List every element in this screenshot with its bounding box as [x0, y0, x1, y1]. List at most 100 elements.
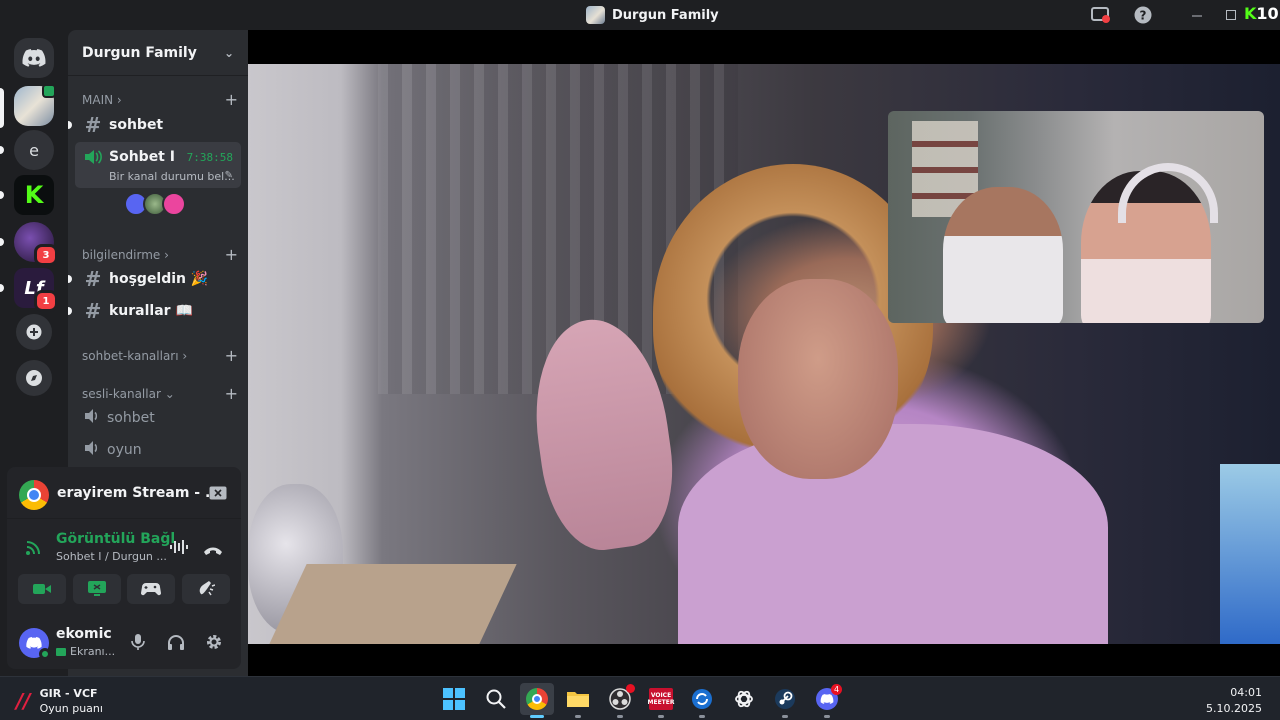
system-clock[interactable]: 04:01 5.10.2025	[1206, 685, 1262, 717]
help-icon[interactable]: ?	[1132, 5, 1154, 25]
widget-title: GIR - VCF	[39, 687, 98, 700]
voice-connected-speaker-icon	[83, 148, 103, 170]
channel-label: sohbet	[107, 410, 155, 426]
guild-header[interactable]: Durgun Family ⌄	[68, 30, 248, 76]
kick-app-count: 10	[1256, 4, 1279, 23]
add-server-button[interactable]	[16, 314, 52, 350]
channel-status: Bir kanal durumu bel...	[109, 170, 235, 183]
add-channel-icon[interactable]: +	[225, 90, 238, 109]
connection-channel[interactable]: Sohbet I / Durgun ...	[56, 550, 167, 563]
add-channel-icon[interactable]: +	[225, 384, 238, 403]
minimize-button[interactable]	[1186, 5, 1208, 25]
start-button[interactable]	[437, 683, 471, 715]
category-info-label: bilgilendirme	[82, 247, 161, 262]
voicemeeter-icon[interactable]: VOICE MEETER	[644, 683, 678, 718]
chevron-down-icon: ⌄	[223, 45, 234, 60]
soundboard-button[interactable]	[182, 574, 230, 604]
server-e-letter: e	[29, 140, 39, 160]
avatar[interactable]	[162, 192, 186, 216]
server-kick-icon[interactable]: K	[14, 175, 54, 215]
kick-app-icon[interactable]: K10	[1244, 4, 1279, 23]
unread-indicator	[0, 146, 4, 154]
video-streamer-shirt	[678, 424, 1108, 644]
category-chat-label: sohbet-kanalları	[82, 348, 179, 363]
taskbar-widget[interactable]: // GIR - VCF Oyun puanı	[16, 686, 103, 716]
username[interactable]: ekomic	[56, 626, 112, 642]
category-sohbet-kanallari[interactable]: sohbet-kanalları › +	[82, 346, 238, 365]
clock-time: 04:01	[1230, 686, 1262, 699]
edit-pencil-icon[interactable]: ✎	[225, 170, 233, 181]
voice-channel-sohbet-i[interactable]: Sohbet I 7:38:58 Bir kanal durumu bel...…	[75, 142, 241, 188]
voice-participants	[124, 192, 186, 216]
voice-channel-sohbet[interactable]: sohbet	[76, 403, 240, 433]
connection-signal-icon[interactable]	[24, 539, 42, 561]
chevron-right-icon: ›	[164, 247, 169, 262]
running-indicator	[575, 715, 581, 718]
unread-indicator	[68, 275, 72, 283]
text-channel-icon: #	[84, 267, 102, 291]
text-channel-icon: #	[84, 113, 102, 137]
settings-gear-icon[interactable]	[203, 631, 225, 653]
window-title-text: Durgun Family	[612, 7, 719, 23]
close-stream-icon[interactable]	[209, 485, 227, 504]
disconnect-icon[interactable]	[203, 541, 223, 560]
inbox-icon[interactable]	[1090, 5, 1112, 25]
user-panel: ekomic Ekranı...	[7, 617, 241, 669]
stream-stage[interactable]	[248, 30, 1280, 676]
window-title: Durgun Family	[586, 6, 719, 24]
stream-title: erayirem Stream - ...	[57, 485, 221, 501]
server-lf[interactable]: Lf 1	[14, 268, 58, 312]
voice-channel-oyun[interactable]: oyun	[76, 435, 240, 465]
chatgpt-icon[interactable]	[727, 683, 761, 715]
chrome-taskbar-icon[interactable]	[520, 683, 554, 718]
activities-button[interactable]	[127, 574, 175, 604]
title-bar: Durgun Family ? K10	[0, 0, 1280, 30]
avatar[interactable]	[19, 628, 51, 660]
discover-button[interactable]	[16, 360, 52, 396]
clock-date: 5.10.2025	[1206, 702, 1262, 715]
voice-status-panel: erayirem Stream - ... Görüntülü Bağl Soh…	[7, 467, 241, 669]
add-channel-icon[interactable]: +	[225, 245, 238, 264]
online-status-icon	[39, 648, 51, 660]
channel-hosgeldin[interactable]: # hoşgeldin 🎉	[68, 264, 240, 294]
search-icon[interactable]	[479, 683, 513, 715]
steam-icon[interactable]	[768, 683, 802, 718]
server-e[interactable]: e	[14, 130, 54, 170]
obs-icon[interactable]	[603, 683, 637, 718]
server-purple[interactable]: 3	[14, 222, 58, 266]
category-bilgilendirme[interactable]: bilgilendirme › +	[82, 245, 238, 264]
stream-row[interactable]: erayirem Stream - ...	[7, 467, 241, 519]
voice-channel-name: Sohbet I	[109, 149, 175, 165]
add-channel-icon[interactable]: +	[225, 346, 238, 365]
channel-kurallar[interactable]: # kurallar 📖	[68, 296, 240, 326]
discord-home-icon[interactable]	[14, 38, 54, 78]
running-indicator	[699, 715, 705, 718]
recording-dot-icon	[626, 684, 635, 693]
chrome-icon	[19, 480, 49, 510]
camera-button[interactable]	[18, 574, 66, 604]
category-sesli-kanallar[interactable]: sesli-kanallar ⌄ +	[82, 384, 238, 403]
file-explorer-icon[interactable]	[561, 683, 595, 718]
noise-suppression-icon[interactable]	[169, 539, 189, 559]
text-channel-icon: #	[84, 299, 102, 323]
microphone-icon[interactable]	[127, 631, 149, 653]
kick-icon: K	[24, 181, 44, 209]
stream-video[interactable]	[248, 64, 1280, 644]
category-main[interactable]: MAIN › +	[82, 90, 238, 109]
discord-taskbar-icon[interactable]: 4	[810, 683, 844, 718]
video-streamer-face	[738, 279, 898, 479]
channel-sohbet[interactable]: # sohbet	[68, 110, 240, 140]
unread-indicator	[68, 307, 72, 315]
app-icon-refresh[interactable]	[685, 683, 719, 718]
unread-indicator	[0, 284, 4, 292]
server-durgun-family[interactable]	[14, 84, 56, 126]
chevron-down-icon: ⌄	[164, 386, 175, 401]
screen-share-button[interactable]	[73, 574, 121, 604]
maximize-button[interactable]	[1220, 5, 1242, 25]
mention-badge: 3	[34, 244, 58, 266]
connection-status[interactable]: Görüntülü Bağl	[56, 531, 175, 547]
headphones-icon[interactable]	[165, 631, 187, 653]
video-aquarium	[1220, 464, 1280, 644]
unread-indicator	[68, 121, 72, 129]
unread-indicator	[0, 191, 4, 199]
